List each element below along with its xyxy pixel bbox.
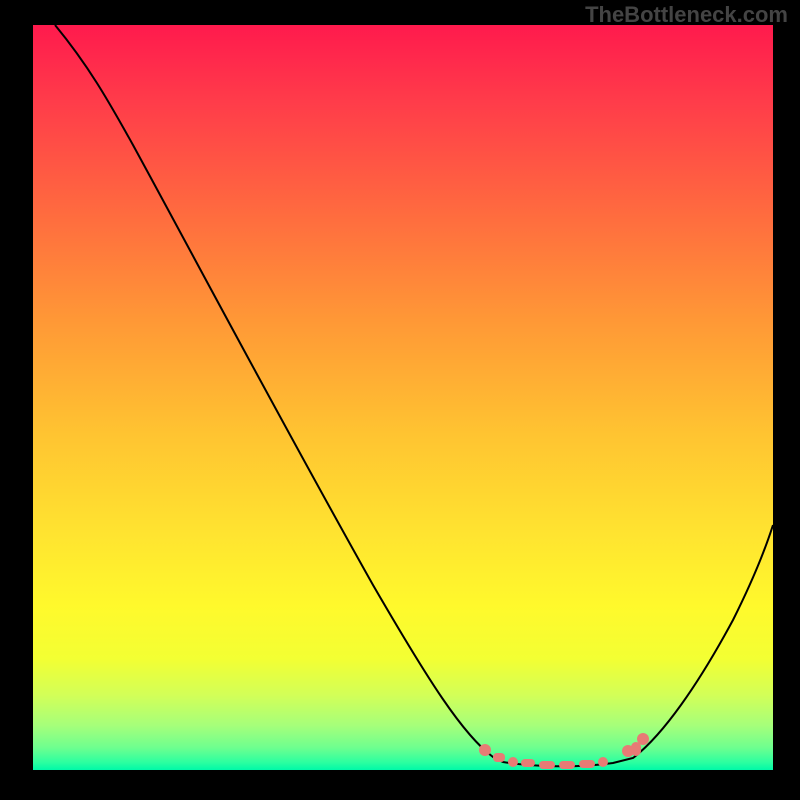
marker-dot xyxy=(559,761,575,769)
chart-container: TheBottleneck.com xyxy=(0,0,800,800)
marker-dot xyxy=(539,761,555,769)
watermark-text: TheBottleneck.com xyxy=(585,2,788,28)
marker-dot xyxy=(598,757,608,767)
plot-area xyxy=(33,25,773,770)
marker-dot xyxy=(579,760,595,768)
marker-dot xyxy=(479,744,491,756)
marker-dot xyxy=(631,742,641,756)
marker-dot xyxy=(521,759,535,767)
marker-dot xyxy=(508,757,518,767)
marker-dot xyxy=(637,733,649,745)
marker-dot xyxy=(493,753,505,762)
bottleneck-curve xyxy=(55,25,773,766)
chart-overlay-svg xyxy=(33,25,773,770)
